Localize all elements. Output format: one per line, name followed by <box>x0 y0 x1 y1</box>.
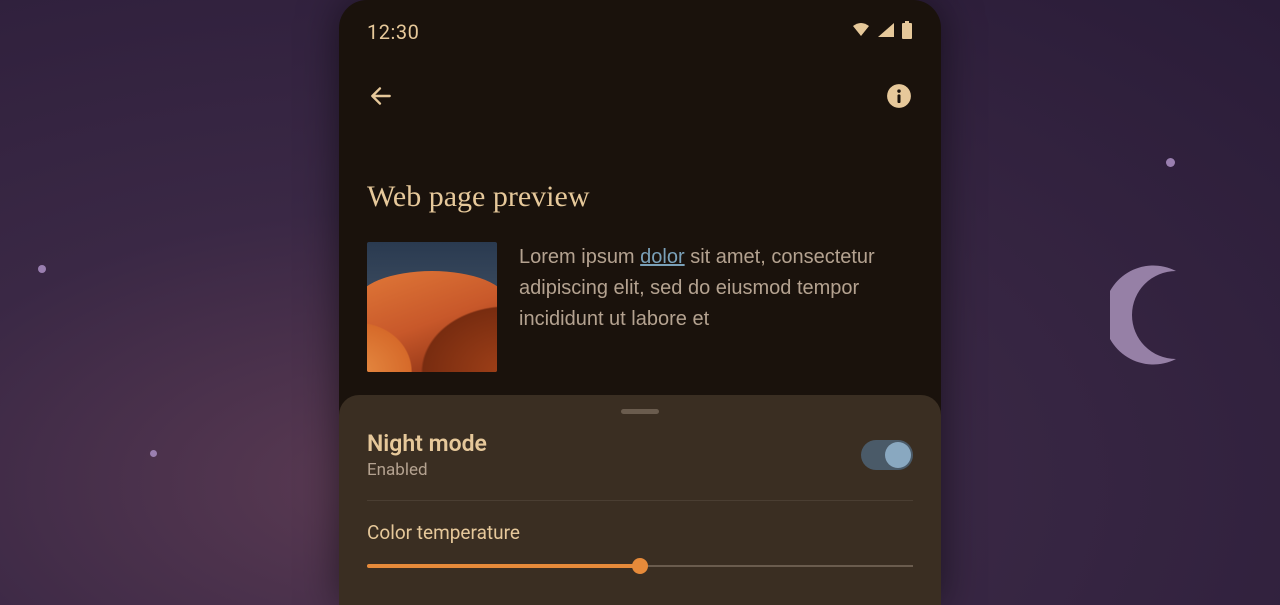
color-temperature-slider[interactable] <box>367 558 913 574</box>
back-button[interactable] <box>367 82 395 110</box>
info-button[interactable] <box>885 82 913 110</box>
info-icon <box>886 83 912 109</box>
status-icons <box>851 21 913 43</box>
status-bar: 12:30 <box>339 0 941 54</box>
night-mode-title: Night mode <box>367 430 487 458</box>
sheet-header: Night mode Enabled <box>367 430 913 501</box>
night-mode-toggle[interactable] <box>861 440 913 470</box>
drag-handle[interactable] <box>621 409 659 414</box>
star-decoration <box>38 265 46 273</box>
bottom-sheet: Night mode Enabled Color temperature <box>339 395 941 605</box>
toggle-thumb <box>885 442 911 468</box>
preview-thumbnail <box>367 242 497 372</box>
star-decoration <box>150 450 157 457</box>
preview-body: Lorem ipsum dolor sit amet, consectetur … <box>519 242 913 335</box>
night-mode-status: Enabled <box>367 460 487 480</box>
slider-fill <box>367 564 640 568</box>
preview-link[interactable]: dolor <box>640 246 684 268</box>
back-arrow-icon <box>368 83 394 109</box>
slider-thumb <box>632 558 648 574</box>
app-bar <box>339 54 941 130</box>
color-temperature-label: Color temperature <box>367 521 913 544</box>
wifi-icon <box>851 22 871 42</box>
status-time: 12:30 <box>367 20 419 44</box>
cellular-signal-icon <box>877 22 895 42</box>
preview-content: Web page preview Lorem ipsum dolor sit a… <box>339 130 941 372</box>
color-temperature-section: Color temperature <box>367 501 913 574</box>
page-title: Web page preview <box>367 180 913 214</box>
star-decoration <box>1166 158 1175 167</box>
phone-frame: 12:30 Web pag <box>339 0 941 605</box>
moon-decoration <box>1110 260 1220 370</box>
battery-icon <box>901 21 913 43</box>
preview-text-pre: Lorem ipsum <box>519 246 640 268</box>
